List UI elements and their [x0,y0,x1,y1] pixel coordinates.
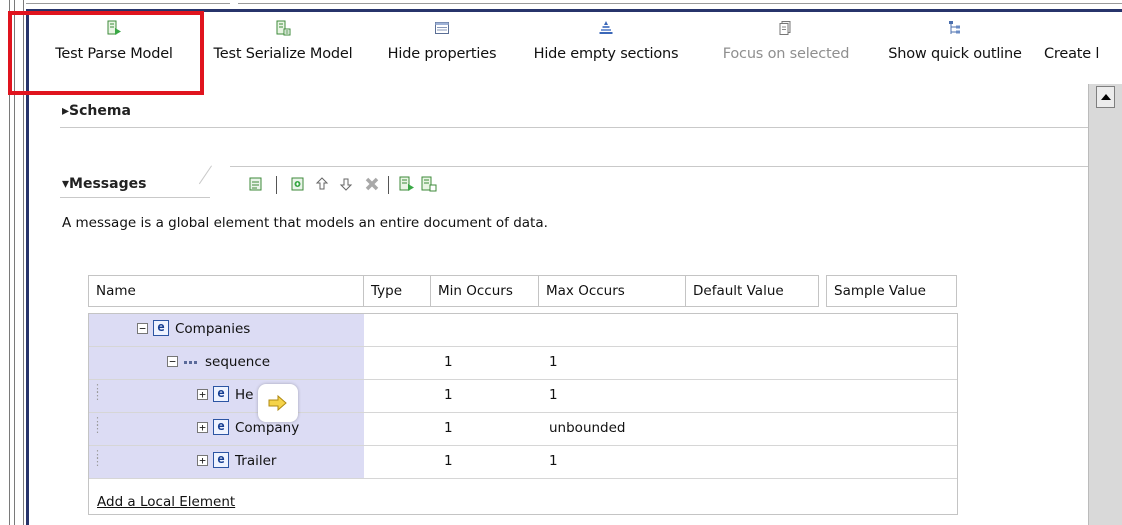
scroll-up-arrow-icon[interactable] [1096,86,1115,108]
max-occurs-cell[interactable]: 1 [549,453,558,469]
min-occurs-cell[interactable]: 1 [444,420,453,436]
collapse-icon[interactable]: − [167,356,178,367]
toolbar-separator [388,176,389,194]
section-title-underline [60,197,210,198]
drag-handle-icon[interactable]: ⋮ ⋮ [92,383,103,401]
move-up-icon[interactable] [313,175,331,193]
row-name: Companies [175,321,251,337]
column-header-min-occurs[interactable]: Min Occurs [430,275,539,307]
test-serialize-icon [276,20,291,36]
table-row[interactable]: ⋮ ⋮ + e Company 1 unbounded [89,413,957,446]
add-local-element-link[interactable]: Add a Local Element [97,494,235,510]
column-header-type[interactable]: Type [363,275,431,307]
hide-properties-icon [435,22,449,34]
messages-description: A message is a global element that model… [62,215,548,231]
expand-icon[interactable]: + [197,455,208,466]
min-occurs-cell[interactable]: 1 [444,387,453,403]
max-occurs-cell[interactable]: 1 [549,387,558,403]
table-row[interactable]: − e Companies [89,314,957,347]
min-occurs-cell[interactable]: 1 [444,453,453,469]
table-row[interactable]: ⋮ ⋮ + e He 1 1 [89,380,957,413]
delete-icon[interactable] [363,175,381,193]
drag-handle-icon[interactable]: ⋮ ⋮ [92,449,103,467]
test-parse-icon[interactable] [398,175,416,193]
vertical-scrollbar[interactable] [1088,84,1122,525]
collapse-icon[interactable]: − [137,323,148,334]
highlight-box [8,11,204,95]
expand-icon[interactable]: + [197,389,208,400]
test-serialize-model-button[interactable]: Test Serialize Model [198,16,368,78]
hide-empty-sections-icon [599,21,613,34]
arrow-right-icon [268,394,287,412]
focus-on-selected-button[interactable]: Focus on selected [706,16,866,78]
test-serialize-icon[interactable] [420,175,438,193]
min-occurs-cell[interactable]: 1 [444,354,453,370]
row-name: Trailer [235,453,277,469]
max-occurs-cell[interactable]: unbounded [549,420,626,436]
table-row[interactable]: ⋮ ⋮ + e Trailer 1 1 [89,446,957,479]
add-message-icon[interactable] [247,175,265,193]
column-header-sample-value[interactable]: Sample Value [826,275,957,307]
sequence-icon [183,361,199,365]
section-divider [60,127,1088,128]
show-quick-outline-button[interactable]: Show quick outline [876,16,1034,78]
add-child-icon[interactable] [289,175,307,193]
hide-empty-sections-button[interactable]: Hide empty sections [516,16,696,78]
row-name: sequence [205,354,271,370]
element-icon: e [153,320,169,336]
row-name: Company [235,420,300,436]
move-down-icon[interactable] [337,175,355,193]
element-reference-icon: e [213,419,229,435]
messages-section-title[interactable]: ▾Messages [62,176,146,192]
expand-icon[interactable]: + [197,422,208,433]
quick-outline-icon [949,21,960,34]
messages-table: − e Companies − sequence 1 1 ⋮ ⋮ + e He 1… [88,313,958,515]
table-row[interactable]: − sequence 1 1 [89,347,957,380]
element-icon: e [213,386,229,402]
section-divider [230,166,1088,167]
hide-properties-button[interactable]: Hide properties [378,16,506,78]
toolbar-separator [276,176,277,194]
max-occurs-cell[interactable]: 1 [549,354,558,370]
element-icon: e [213,452,229,468]
focus-selected-icon [779,21,791,35]
column-header-max-occurs[interactable]: Max Occurs [538,275,686,307]
schema-section-title[interactable]: ▸Schema [62,103,131,119]
create-button[interactable]: Create l [1044,16,1122,78]
row-name: He [235,387,254,403]
drag-handle-icon[interactable]: ⋮ ⋮ [92,416,103,434]
drag-tooltip [258,384,298,422]
column-header-name[interactable]: Name [88,275,364,307]
column-header-default-value[interactable]: Default Value [685,275,819,307]
